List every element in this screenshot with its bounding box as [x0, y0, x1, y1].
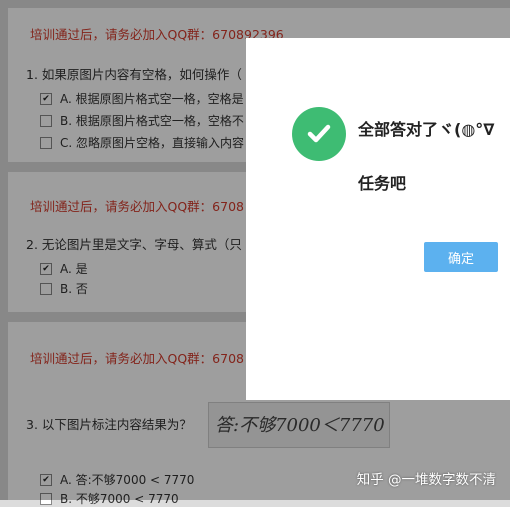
confirm-button[interactable]: 确定	[424, 242, 498, 272]
dialog-message-line2: 任务吧	[358, 174, 407, 193]
dialog-message-line1: 全部答对了ヾ(◍°∇	[358, 120, 495, 139]
zhihu-watermark: 知乎 @一堆数字数不清	[356, 472, 496, 488]
result-dialog: 全部答对了ヾ(◍°∇ 任务吧 确定	[246, 38, 510, 400]
check-circle-icon	[292, 107, 346, 161]
checkmark-icon	[307, 124, 331, 143]
